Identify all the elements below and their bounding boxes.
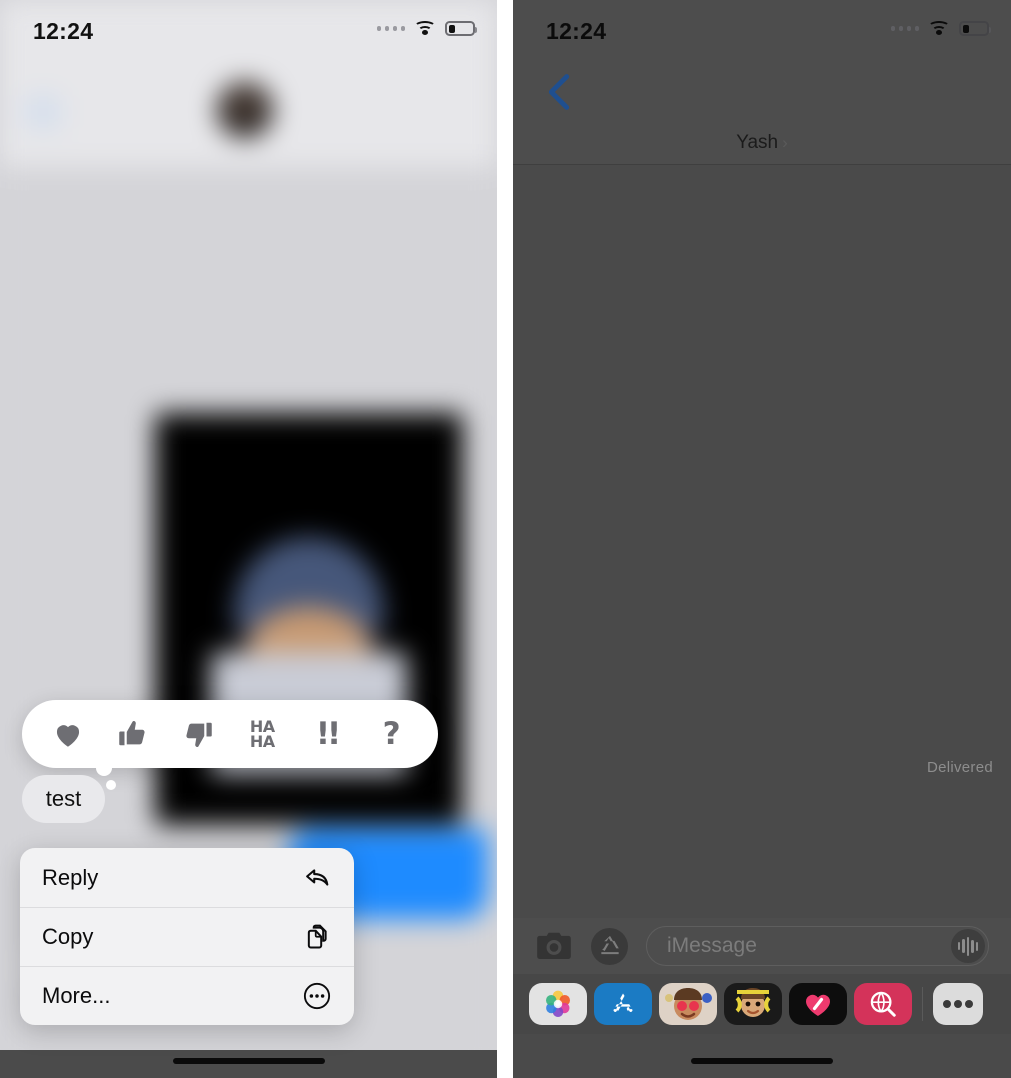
contact-name-label: Yash — [736, 132, 779, 153]
tapback-tail-large — [96, 760, 112, 776]
left-phone-panel: 12:24 HA HA !! ? test Reply Copy More... — [0, 0, 497, 1078]
battery-low-icon — [445, 21, 477, 36]
screenshot-stage: 12:24 HA HA !! ? test Reply Copy More...… — [0, 0, 1011, 1078]
panel-divider — [497, 0, 513, 1078]
context-menu-item-copy[interactable]: Copy — [20, 907, 354, 966]
signal-dots-icon — [376, 26, 405, 31]
drawer-divider — [922, 987, 923, 1021]
message-input-bar: iMessage — [513, 918, 1011, 974]
battery-low-icon — [959, 21, 991, 36]
left-home-bar-area — [0, 1050, 497, 1078]
blurred-contact-avatar — [217, 82, 273, 138]
app-store-icon[interactable] — [594, 983, 652, 1025]
status-indicators — [376, 20, 477, 37]
selected-message-bubble[interactable]: test — [22, 775, 105, 823]
double-exclamation-icon[interactable]: !! — [305, 712, 349, 756]
imessage-app-drawer — [513, 974, 1011, 1034]
camera-icon[interactable] — [535, 927, 573, 965]
reply-arrow-icon — [302, 863, 332, 893]
copy-icon — [302, 922, 332, 952]
status-time: 12:24 — [33, 18, 94, 44]
tapback-reaction-bar[interactable]: HA HA !! ? — [22, 700, 438, 768]
haha-line-2: HA — [249, 732, 275, 751]
status-time: 12:24 — [546, 18, 607, 44]
message-input-field[interactable]: iMessage — [646, 926, 989, 966]
status-bar: 12:24 — [513, 0, 1011, 56]
delivery-status: Delivered — [926, 759, 993, 776]
signal-dots-icon — [890, 26, 919, 31]
more-dots-icon[interactable] — [933, 983, 983, 1025]
app-store-icon[interactable] — [591, 927, 628, 965]
thumbs-down-icon[interactable] — [176, 712, 220, 756]
ellipsis-circle-icon — [302, 981, 332, 1011]
header-divider — [513, 164, 1011, 165]
memoji-sticker-icon[interactable] — [724, 983, 782, 1025]
home-indicator — [691, 1058, 833, 1064]
wifi-icon — [414, 20, 436, 37]
haha-icon[interactable]: HA HA — [240, 712, 284, 756]
selected-message-text: test — [45, 786, 82, 811]
context-menu-item-more[interactable]: More... — [20, 966, 354, 1025]
blurred-back-button — [25, 95, 61, 129]
photos-app-icon[interactable] — [529, 983, 587, 1025]
reply-label: Reply — [42, 864, 99, 890]
chevron-right-icon: › — [782, 133, 788, 152]
contact-name-button[interactable]: Yash › — [513, 132, 1011, 154]
status-bar: 12:24 — [0, 0, 497, 56]
copy-label: Copy — [42, 924, 94, 949]
memoji-sticker-icon[interactable] — [659, 983, 717, 1025]
thumbs-up-icon[interactable] — [111, 712, 155, 756]
tapback-tail-small — [106, 780, 116, 790]
wifi-icon — [928, 20, 950, 37]
more-label: More... — [42, 983, 111, 1008]
audio-waveform-icon[interactable] — [951, 929, 985, 963]
heart-icon[interactable] — [46, 712, 90, 756]
message-context-menu: Reply Copy More... — [20, 848, 354, 1025]
imessage-placeholder: iMessage — [667, 934, 757, 957]
home-indicator — [172, 1058, 325, 1064]
chevron-left-icon[interactable] — [544, 72, 574, 112]
question-mark-icon[interactable]: ? — [370, 712, 414, 756]
right-phone-panel: 12:24 Yash › Delivered iMessage — [513, 0, 1011, 1078]
context-menu-item-reply[interactable]: Reply — [20, 848, 354, 907]
images-search-icon[interactable] — [854, 983, 912, 1025]
status-indicators — [890, 20, 991, 37]
apple-music-icon[interactable] — [789, 983, 847, 1025]
